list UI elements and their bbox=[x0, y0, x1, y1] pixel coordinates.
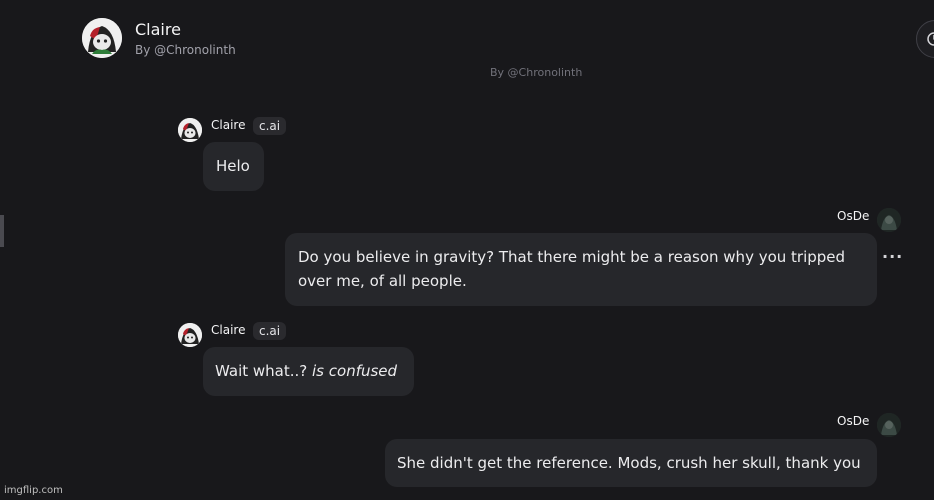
message-sender[interactable]: OsDe bbox=[837, 414, 869, 428]
character-avatar-small[interactable] bbox=[178, 118, 202, 142]
message-bubble: Helo bbox=[203, 142, 264, 191]
message-sender[interactable]: Claire bbox=[211, 118, 245, 132]
character-avatar[interactable] bbox=[82, 18, 122, 58]
message-text: Wait what..? is confused bbox=[215, 359, 397, 383]
creator-handle[interactable]: By @Chronolinth bbox=[135, 43, 236, 57]
message-bubble: Wait what..? is confused bbox=[203, 347, 414, 396]
more-options-icon[interactable]: ··· bbox=[882, 247, 903, 266]
message-bubble: She didn't get the reference. Mods, crus… bbox=[385, 439, 877, 487]
message-bubble: Do you believe in gravity? That there mi… bbox=[285, 233, 877, 306]
message-text-italic: is confused bbox=[312, 362, 398, 380]
scrolled-creator-text: By @Chronolinth bbox=[490, 68, 583, 78]
watermark: imgflip.com bbox=[4, 485, 63, 496]
message-text: She didn't get the reference. Mods, crus… bbox=[397, 454, 861, 472]
user-avatar[interactable] bbox=[877, 413, 901, 437]
character-name[interactable]: Claire bbox=[135, 20, 181, 39]
history-button[interactable] bbox=[916, 20, 934, 58]
ai-badge: c.ai bbox=[253, 322, 287, 340]
message-sender[interactable]: Claire bbox=[211, 323, 245, 337]
user-avatar[interactable] bbox=[877, 208, 901, 232]
scrollbar-thumb[interactable] bbox=[0, 215, 4, 247]
character-avatar-small[interactable] bbox=[178, 323, 202, 347]
ai-badge: c.ai bbox=[253, 117, 287, 135]
history-icon bbox=[927, 32, 934, 46]
message-text: Do you believe in gravity? That there mi… bbox=[298, 248, 846, 290]
message-sender[interactable]: OsDe bbox=[837, 209, 869, 223]
message-text: Helo bbox=[216, 157, 250, 175]
chat-header: Claire By @Chronolinth bbox=[0, 0, 934, 72]
message-text-plain: Wait what..? bbox=[215, 362, 308, 380]
